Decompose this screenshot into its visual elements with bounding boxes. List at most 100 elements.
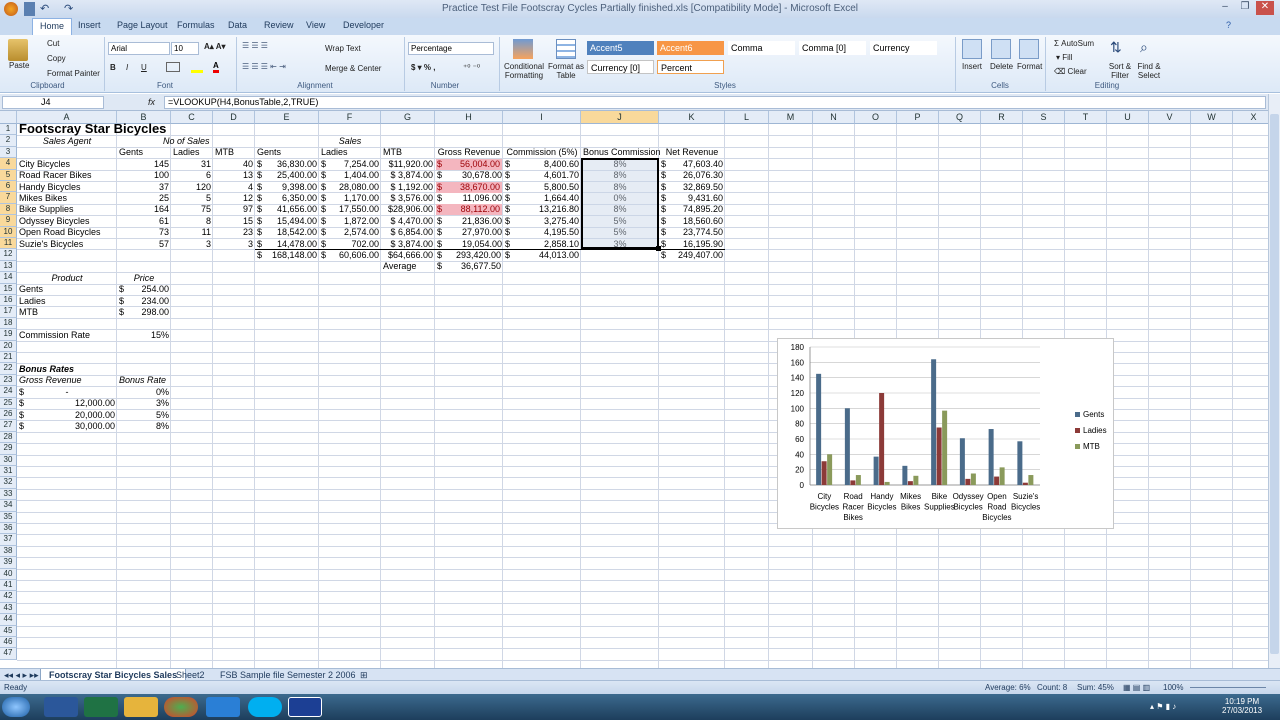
ladies-count[interactable]: 3 (173, 239, 211, 250)
gents-count[interactable]: 100 (119, 170, 169, 181)
zoom-level[interactable]: 100% (1163, 683, 1183, 692)
currency-format-icon[interactable]: $ ▾ % , (411, 63, 435, 72)
gross-revenue[interactable]: 88,112.00 (436, 204, 502, 216)
conditional-formatting-button[interactable]: Conditional Formatting (503, 62, 545, 80)
net-revenue[interactable]: 74,895.20 (661, 204, 723, 215)
column-header-u[interactable]: U (1107, 111, 1149, 124)
decimal-icon[interactable]: ⁺⁰ ⁻⁰ (463, 63, 480, 72)
tab-page-layout[interactable]: Page Layout (117, 20, 168, 30)
net-revenue[interactable]: 32,869.50 (661, 182, 723, 193)
column-header-i[interactable]: I (503, 111, 581, 124)
product-name[interactable]: Gents (19, 284, 115, 295)
column-label[interactable]: MTB (215, 147, 253, 158)
number-format-select[interactable]: Percentage (408, 42, 494, 55)
row-header[interactable]: 32 (0, 477, 17, 489)
font-name-select[interactable]: Arial (108, 42, 170, 55)
cut-button[interactable]: Cut (47, 39, 59, 48)
cell-style-comma-0[interactable]: Comma [0] (799, 41, 866, 55)
gents-sales[interactable]: 18,542.00 (257, 227, 317, 238)
undo-icon[interactable]: ↶ (40, 2, 51, 16)
merge-center-button[interactable]: Merge & Center (325, 64, 381, 73)
mtb-sales[interactable]: $28,906.00 (383, 204, 433, 215)
mtb-count[interactable]: 3 (215, 239, 253, 250)
office-button[interactable] (4, 2, 18, 16)
row-header[interactable]: 26 (0, 409, 17, 421)
gross-revenue[interactable]: 30,678.00 (436, 170, 502, 181)
agent-name[interactable]: Bike Supplies (19, 204, 115, 215)
bonus-rates-title[interactable]: Bonus Rates (19, 364, 115, 375)
net-revenue[interactable]: 16,195.90 (661, 239, 723, 250)
name-box[interactable]: J4 (2, 96, 104, 109)
mtb-count[interactable]: 15 (215, 216, 253, 227)
commission[interactable]: 3,275.40 (505, 216, 579, 227)
row-header[interactable]: 44 (0, 614, 17, 626)
row-header[interactable]: 18 (0, 317, 17, 330)
gents-count[interactable]: 57 (119, 239, 169, 250)
sales-chart[interactable]: 0 20 40 60 80 100 120 140 160 180 City Bicycles Road… (777, 338, 1114, 529)
header-no-of-sales[interactable]: No of Sales (163, 136, 239, 147)
column-header-q[interactable]: Q (939, 111, 981, 124)
commission[interactable]: 4,601.70 (505, 170, 579, 181)
find-select-icon[interactable]: ⌕ (1140, 39, 1160, 59)
gents-sales[interactable]: 15,494.00 (257, 216, 317, 227)
word-taskbar-icon[interactable] (44, 697, 78, 717)
ladies-count[interactable]: 8 (173, 216, 211, 227)
ladies-sales[interactable]: 1,872.00 (321, 216, 379, 227)
tab-insert[interactable]: Insert (78, 20, 101, 30)
mtb-sales[interactable]: $ 3,576.00 (383, 193, 433, 204)
borders-icon[interactable] (166, 62, 180, 72)
ladies-count[interactable]: 11 (173, 227, 211, 238)
insert-cells-icon[interactable] (962, 39, 982, 59)
gents-count[interactable]: 61 (119, 216, 169, 227)
row-header[interactable]: 2 (0, 135, 17, 147)
start-button[interactable] (2, 697, 30, 717)
product-price[interactable]: 234.00 (119, 296, 169, 307)
gents-count[interactable]: 164 (119, 204, 169, 215)
gross-revenue[interactable]: 38,670.00 (436, 181, 502, 193)
column-label[interactable]: Gross Revenue (437, 147, 501, 158)
row-header[interactable]: 42 (0, 591, 17, 603)
column-header-l[interactable]: L (725, 111, 769, 124)
gents-sales[interactable]: 25,400.00 (257, 170, 317, 181)
column-header-p[interactable]: P (897, 111, 939, 124)
tab-developer[interactable]: Developer (343, 20, 384, 30)
bonus-threshold[interactable]: - (19, 387, 115, 398)
column-label[interactable]: Gents (119, 147, 169, 158)
bonus-rate-header[interactable]: Bonus Rate (119, 375, 169, 386)
underline-button[interactable]: U (141, 63, 147, 72)
mtb-count[interactable]: 97 (215, 204, 253, 215)
gents-sales[interactable]: 41,656.00 (257, 204, 317, 215)
agent-name[interactable]: Road Racer Bikes (19, 170, 115, 181)
tab-home[interactable]: Home (32, 18, 73, 35)
currency-symbol[interactable]: $ (437, 227, 445, 238)
header-sales-agent[interactable]: Sales Agent (19, 136, 115, 147)
ladies-sales[interactable]: 28,080.00 (321, 182, 379, 193)
select-all-corner[interactable] (0, 111, 17, 124)
cell-style-comma[interactable]: Comma (728, 41, 795, 55)
bonus-threshold[interactable]: 20,000.00 (19, 410, 115, 421)
insert-function-icon[interactable]: fx (148, 97, 155, 107)
row-header[interactable]: 3 (0, 146, 17, 159)
commission[interactable]: 2,858.10 (505, 239, 579, 250)
row-header[interactable]: 7 (0, 192, 17, 204)
row-header[interactable]: 47 (0, 648, 17, 660)
row-header[interactable]: 45 (0, 625, 17, 637)
header-sales[interactable]: Sales (321, 136, 379, 147)
column-label[interactable]: Ladies (173, 147, 211, 158)
save-icon[interactable] (24, 2, 35, 16)
net-revenue[interactable]: 47,603.40 (661, 159, 723, 170)
tab-review[interactable]: Review (264, 20, 294, 30)
row-header[interactable]: 15 (0, 283, 17, 295)
row-header[interactable]: 9 (0, 215, 17, 227)
format-painter-button[interactable]: Format Painter (47, 69, 100, 78)
column-label[interactable]: MTB (383, 147, 433, 158)
format-cells-icon[interactable] (1019, 39, 1039, 59)
agent-name[interactable]: City Bicycles (19, 159, 115, 170)
copy-button[interactable]: Copy (47, 54, 66, 63)
row-header[interactable]: 23 (0, 374, 17, 387)
commission-rate-value[interactable]: 15% (119, 330, 169, 341)
total-commission[interactable]: 44,013.00 (505, 250, 579, 261)
format-as-table-icon[interactable] (556, 39, 576, 59)
gross-revenue[interactable]: 21,836.00 (436, 216, 502, 227)
gents-sales[interactable]: 6,350.00 (257, 193, 317, 204)
